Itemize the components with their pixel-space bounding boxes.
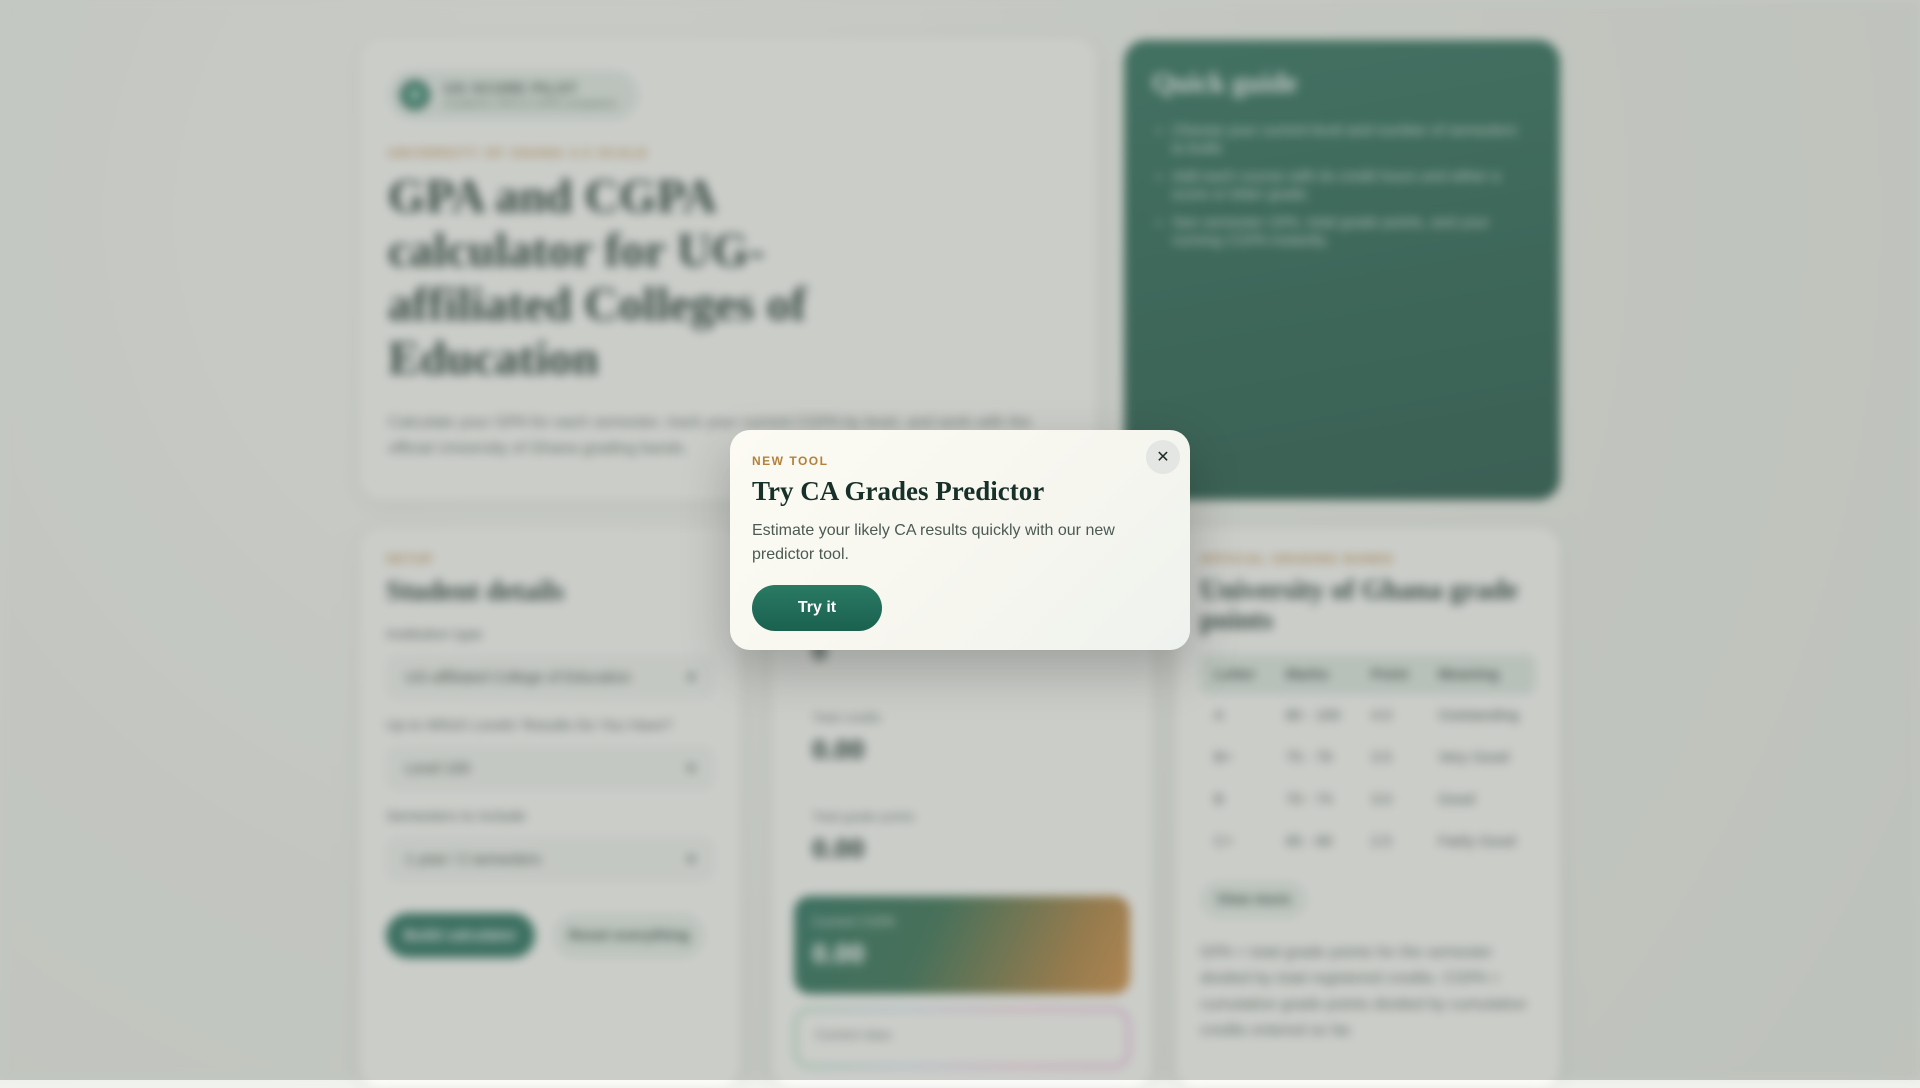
promo-modal: ✕ NEW TOOL Try CA Grades Predictor Estim…	[730, 430, 1190, 650]
try-it-button[interactable]: Try it	[752, 585, 882, 631]
modal-description: Estimate your likely CA results quickly …	[752, 519, 1152, 567]
modal-eyebrow: NEW TOOL	[752, 454, 1168, 468]
close-icon[interactable]: ✕	[1146, 440, 1180, 474]
modal-title: Try CA Grades Predictor	[752, 476, 1168, 507]
